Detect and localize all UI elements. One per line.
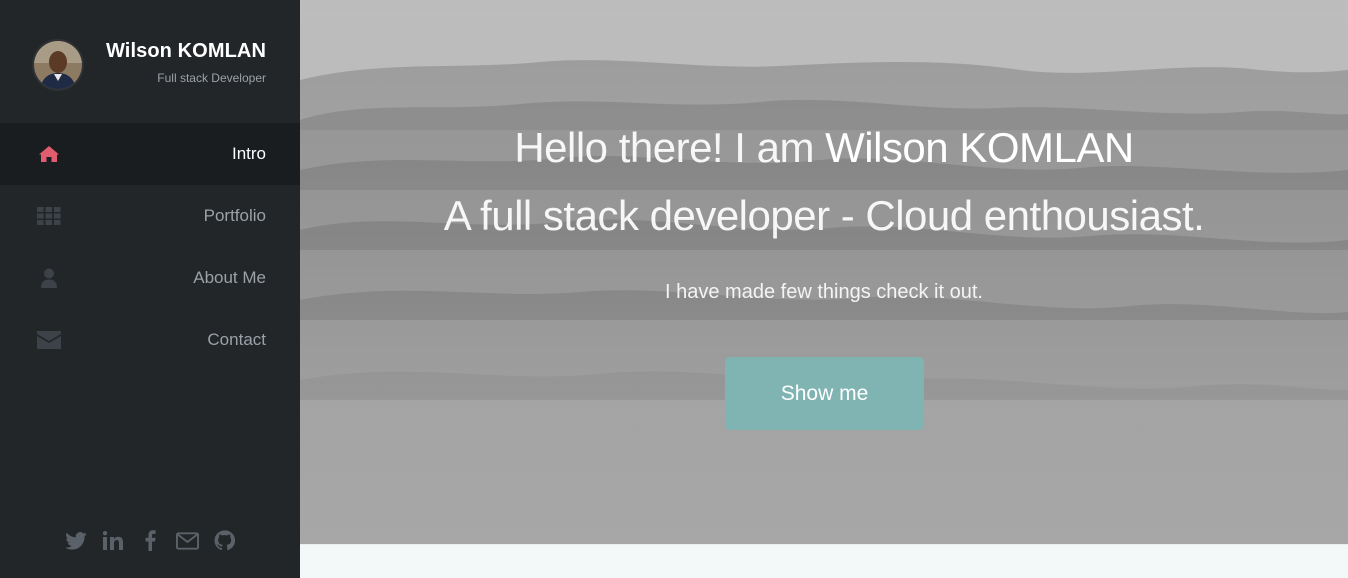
show-me-button[interactable]: Show me	[725, 357, 924, 430]
nav-label-contact: Contact	[207, 330, 266, 349]
nav-label-about: About Me	[193, 268, 266, 287]
hero-name: Wilson KOMLAN	[825, 124, 1134, 171]
nav-item-about[interactable]: About Me	[0, 247, 300, 309]
avatar	[34, 41, 82, 89]
nav-item-contact[interactable]: Contact	[0, 309, 300, 371]
grid-icon	[37, 204, 61, 228]
sidebar: Wilson KOMLAN Full stack Developer Intro	[0, 0, 300, 578]
user-icon	[37, 266, 61, 290]
github-icon[interactable]	[213, 529, 236, 552]
profile-header: Wilson KOMLAN Full stack Developer	[0, 0, 300, 123]
main-nav: Intro Portfolio About Me Contact	[0, 123, 300, 371]
hero-section: Hello there! I am Wilson KOMLAN A full s…	[300, 0, 1348, 544]
hero-content: Hello there! I am Wilson KOMLAN A full s…	[300, 0, 1348, 544]
next-section-strip	[300, 544, 1348, 578]
nav-item-portfolio[interactable]: Portfolio	[0, 185, 300, 247]
profile-name: Wilson KOMLAN	[106, 40, 266, 62]
nav-item-intro[interactable]: Intro	[0, 123, 300, 185]
twitter-icon[interactable]	[65, 529, 88, 552]
hero-subtitle: I have made few things check it out.	[665, 281, 983, 303]
hero-tagline: A full stack developer - Cloud enthousia…	[443, 192, 1205, 239]
profile-role: Full stack Developer	[157, 71, 266, 85]
email-icon[interactable]	[175, 529, 199, 552]
home-icon	[37, 142, 61, 166]
facebook-icon[interactable]	[139, 529, 162, 552]
hero-greeting-text: Hello there! I am	[514, 124, 826, 171]
nav-label-intro: Intro	[231, 144, 266, 163]
social-links	[0, 529, 300, 552]
nav-label-portfolio: Portfolio	[203, 206, 266, 225]
envelope-icon	[37, 328, 61, 352]
hero-greeting: Hello there! I am Wilson KOMLAN	[300, 124, 1348, 172]
linkedin-icon[interactable]	[102, 529, 125, 552]
